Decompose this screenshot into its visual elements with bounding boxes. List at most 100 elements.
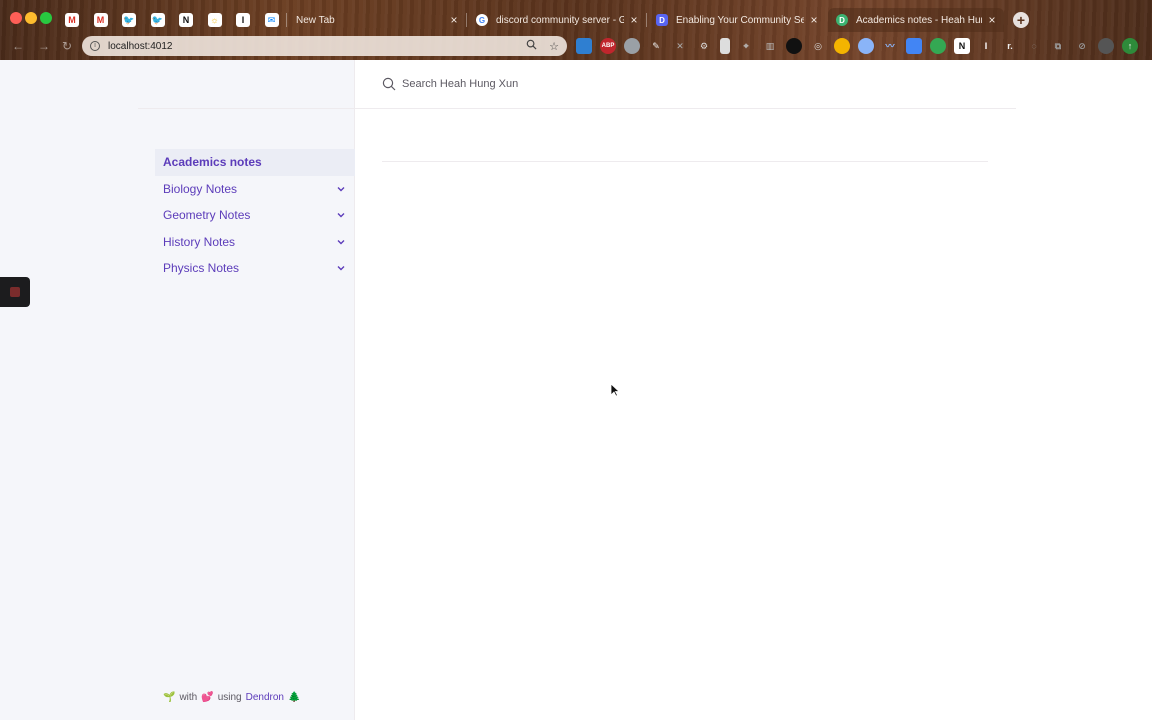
extension-search-icon[interactable]	[858, 38, 874, 54]
main-content	[355, 60, 1152, 720]
extension-link-icon[interactable]: ⊘	[1074, 38, 1090, 54]
back-icon[interactable]: ←	[12, 39, 24, 53]
minimize-window-button[interactable]	[25, 12, 37, 24]
browser-chrome: M M 🐦 🐦 N ☼ I ✉ New Tab × G discord community s…	[0, 0, 1152, 60]
search-bar	[355, 60, 1016, 109]
chevron-down-icon[interactable]	[335, 183, 347, 195]
notion-icon[interactable]: N	[954, 38, 970, 54]
cross-icon[interactable]: ✕	[672, 38, 688, 54]
pinned-tab[interactable]: 🐦	[144, 8, 172, 32]
pinned-tab[interactable]: 🐦	[115, 8, 143, 32]
notion-icon: N	[179, 13, 193, 27]
sidebar: Academics notes Biology Notes Geometry N…	[0, 60, 355, 720]
pinned-tab[interactable]: I	[229, 8, 257, 32]
sidebar-item-history-notes[interactable]: History Notes	[155, 229, 355, 256]
close-icon[interactable]: ×	[808, 14, 820, 26]
extension-calendar-icon[interactable]	[576, 38, 592, 54]
footer-using-text: using	[217, 692, 242, 703]
extension-globe-icon[interactable]	[624, 38, 640, 54]
tab-discord-search[interactable]: G discord community server - Go ×	[468, 8, 646, 32]
tab-separator	[466, 13, 467, 27]
pin-icon[interactable]: ⌖	[738, 38, 754, 54]
pinned-tab[interactable]: M	[58, 8, 86, 32]
tab-academics-notes[interactable]: D Academics notes - Heah Hung ×	[828, 8, 1004, 32]
extension-green-icon[interactable]	[930, 38, 946, 54]
readwise-icon[interactable]: r.	[1002, 38, 1018, 54]
content-divider	[382, 161, 988, 162]
footer-with-text: with	[179, 692, 198, 703]
sidebar-item-label: History Notes	[163, 234, 236, 249]
tab-separator	[646, 13, 647, 27]
extension-blue-icon[interactable]	[906, 38, 922, 54]
messenger-icon: ✉	[264, 13, 279, 27]
chevron-down-icon[interactable]	[335, 236, 347, 248]
pinned-tab[interactable]: ✉	[258, 8, 286, 32]
sidebar-item-label: Geometry Notes	[163, 208, 251, 223]
maximize-window-button[interactable]	[40, 12, 52, 24]
dendron-link[interactable]: Dendron	[246, 692, 284, 703]
tab-title: discord community server - Go	[496, 14, 624, 26]
extension-drive-icon[interactable]	[834, 38, 850, 54]
sidebar-header	[138, 60, 355, 109]
tab-new-tab[interactable]: New Tab ×	[288, 8, 466, 32]
stop-icon	[10, 287, 20, 297]
extension-gray-icon[interactable]: ◌	[1026, 38, 1042, 54]
close-window-button[interactable]	[10, 12, 22, 24]
sun-icon: ☼	[207, 13, 222, 27]
update-arrow-icon[interactable]: ↑	[1122, 38, 1138, 54]
avatar[interactable]	[1098, 38, 1114, 54]
heart-icon: 💕	[201, 692, 214, 703]
info-icon[interactable]: i	[90, 41, 100, 51]
seedling-icon: 🌱	[163, 692, 176, 703]
extension-wave-icon[interactable]: 〰	[882, 38, 898, 54]
sidebar-item-biology-notes[interactable]: Biology Notes	[155, 176, 355, 203]
extension-glasses-icon[interactable]	[786, 38, 802, 54]
tree-icon: 🌲	[287, 692, 301, 703]
chevron-down-icon[interactable]	[335, 262, 347, 274]
address-bar[interactable]: i localhost:4012 ☆	[82, 36, 567, 56]
new-tab-button[interactable]: +	[1013, 12, 1029, 28]
extension-bars-icon[interactable]	[720, 38, 730, 54]
pen-icon[interactable]: ✎	[648, 38, 664, 54]
sidebar-item-label: Biology Notes	[163, 181, 238, 196]
zoom-icon[interactable]	[526, 39, 537, 53]
tab-title: Enabling Your Community Serv	[676, 14, 804, 26]
nav-list: Academics notes Biology Notes Geometry N…	[155, 149, 355, 282]
instapaper-icon[interactable]: I	[978, 38, 994, 54]
instapaper-icon: I	[236, 13, 250, 27]
dendron-icon: D	[836, 14, 848, 26]
recording-widget[interactable]	[0, 277, 30, 307]
close-icon[interactable]: ×	[986, 14, 998, 26]
extensions-toolbar: ABP ✎ ✕ ⚙ ⌖ ▥ ◎ 〰 N I r. ◌ ⧉ ⊘ ↑	[576, 38, 1138, 54]
gmail-icon: M	[93, 13, 108, 27]
pinned-tab[interactable]: M	[87, 8, 115, 32]
close-icon[interactable]: ×	[628, 14, 640, 26]
search-input[interactable]	[402, 78, 962, 90]
gear-icon[interactable]: ⚙	[696, 38, 712, 54]
library-icon[interactable]: ▥	[762, 38, 778, 54]
sidebar-item-geometry-notes[interactable]: Geometry Notes	[155, 202, 355, 229]
sidebar-item-label: Physics Notes	[163, 261, 240, 276]
google-icon: G	[476, 14, 488, 26]
tab-title: New Tab	[296, 14, 335, 26]
pinned-tab[interactable]: ☼	[201, 8, 229, 32]
footer: 🌱 with 💕 using Dendron 🌲	[163, 692, 300, 703]
mouse-cursor-icon	[610, 383, 620, 397]
sidebar-item-academics-notes[interactable]: Academics notes	[155, 149, 355, 176]
close-icon[interactable]: ×	[448, 14, 460, 26]
extension-puzzle-icon[interactable]: ⧉	[1050, 38, 1066, 54]
page: Academics notes Biology Notes Geometry N…	[0, 60, 1152, 720]
tab-title: Academics notes - Heah Hung	[856, 14, 982, 26]
adblock-icon[interactable]: ABP	[600, 38, 616, 54]
pinned-tab[interactable]: N	[172, 8, 200, 32]
twitter-icon: 🐦	[122, 13, 136, 27]
bookmark-star-icon[interactable]: ☆	[549, 40, 559, 53]
tab-separator	[286, 13, 287, 27]
twitter-icon: 🐦	[150, 13, 165, 27]
target-icon[interactable]: ◎	[810, 38, 826, 54]
forward-icon[interactable]: →	[38, 39, 50, 53]
reload-icon[interactable]: ↻	[62, 39, 72, 53]
sidebar-item-physics-notes[interactable]: Physics Notes	[155, 255, 355, 282]
tab-discord-community[interactable]: D Enabling Your Community Serv ×	[648, 8, 826, 32]
chevron-down-icon[interactable]	[335, 209, 347, 221]
